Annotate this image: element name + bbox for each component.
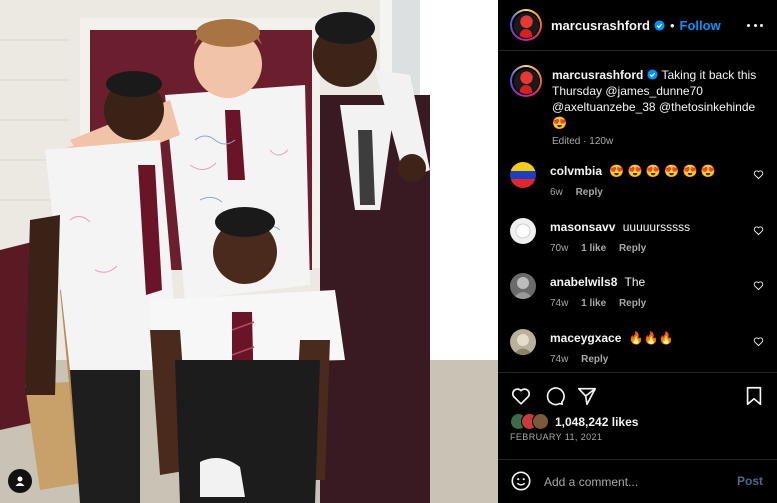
caption-time[interactable]: 120w <box>589 136 613 147</box>
author-avatar[interactable] <box>510 9 542 41</box>
comment-like-icon[interactable] <box>753 169 764 180</box>
likes-summary[interactable]: 1,048,242 likes <box>510 413 638 430</box>
likes-count[interactable]: 1,048,242 likes <box>555 415 638 429</box>
comment-meta: 6w Reply <box>550 185 740 200</box>
comment-item: maceygxace 🔥🔥🔥 74w Reply <box>510 329 770 369</box>
comment-body: anabelwils8 The 74w 1 like Reply <box>550 275 740 311</box>
reply-button[interactable]: Reply <box>619 243 646 254</box>
comment-meta: 70w 1 like Reply <box>550 241 740 256</box>
commenter-avatar[interactable] <box>510 329 536 355</box>
comment-likes[interactable]: 1 like <box>581 243 606 254</box>
reply-button[interactable]: Reply <box>619 298 646 309</box>
heart-icon[interactable] <box>510 385 532 407</box>
comment-text: The <box>624 275 646 289</box>
post-actions: 1,048,242 likes FEBRUARY 11, 2021 <box>498 372 777 459</box>
caption-body: marcusrashford Taking it back this Thurs… <box>552 67 766 149</box>
comment-like-icon[interactable] <box>753 336 764 347</box>
commenter-avatar[interactable] <box>510 273 536 299</box>
comment-username[interactable]: colvmbia <box>550 164 602 178</box>
comment-text: 😍 😍 😍 😍 😍 😍 <box>609 164 716 178</box>
caption-username[interactable]: marcusrashford <box>552 68 643 82</box>
likes-number: 1,048,242 <box>555 414 609 429</box>
comment-likes[interactable]: 1 like <box>581 298 606 309</box>
post-date[interactable]: FEBRUARY 11, 2021 <box>510 432 602 442</box>
caption-meta: Edited · 120w <box>552 135 766 149</box>
follow-button[interactable]: Follow <box>680 18 721 33</box>
reply-button[interactable]: Reply <box>581 354 608 365</box>
caption-author-avatar[interactable] <box>510 65 542 97</box>
liker-avatar <box>532 413 549 430</box>
verified-badge-icon <box>647 69 658 80</box>
comment-like-icon[interactable] <box>753 280 764 291</box>
comment-icon[interactable] <box>543 385 565 407</box>
comment-time[interactable]: 6w <box>550 187 563 198</box>
comment-like-icon[interactable] <box>753 225 764 236</box>
likes-label: likes <box>611 414 639 429</box>
comment-time[interactable]: 70w <box>550 243 568 254</box>
comment-time[interactable]: 74w <box>550 354 568 365</box>
add-comment-bar: Post <box>498 459 777 503</box>
share-icon[interactable] <box>576 385 598 407</box>
header-separator: • <box>669 17 675 33</box>
comment-item: masonsavv uuuuursssss 70w 1 like Reply <box>510 218 770 258</box>
verified-badge-icon <box>654 19 665 31</box>
comment-item: anabelwils8 The 74w 1 like Reply <box>510 273 770 313</box>
post-header: marcusrashford • Follow <box>498 0 777 51</box>
comment-body: colvmbia 😍 😍 😍 😍 😍 😍 6w Reply <box>550 164 740 200</box>
comment-meta: 74w Reply <box>550 352 740 367</box>
comment-time[interactable]: 74w <box>550 298 568 309</box>
more-options-icon[interactable] <box>747 19 763 31</box>
instagram-post-viewer: marcusrashford • Follow marcusrashford T… <box>0 0 777 503</box>
post-side-panel: marcusrashford • Follow marcusrashford T… <box>498 0 777 503</box>
comments-section[interactable]: marcusrashford Taking it back this Thurs… <box>498 51 777 371</box>
user-tag-button[interactable] <box>8 469 32 493</box>
emoji-icon[interactable] <box>510 470 532 492</box>
author-username[interactable]: marcusrashford <box>551 18 650 33</box>
comment-username[interactable]: anabelwils8 <box>550 275 617 289</box>
reply-button[interactable]: Reply <box>576 187 603 198</box>
comment-username[interactable]: maceygxace <box>550 331 621 345</box>
comment-body: masonsavv uuuuursssss 70w 1 like Reply <box>550 220 740 256</box>
comment-meta: 74w 1 like Reply <box>550 296 740 311</box>
comment-text: uuuuursssss <box>622 220 691 234</box>
comment-item: colvmbia 😍 😍 😍 😍 😍 😍 6w Reply <box>510 162 770 202</box>
comment-body: maceygxace 🔥🔥🔥 74w Reply <box>550 331 740 367</box>
post-comment-button[interactable]: Post <box>737 474 763 488</box>
comment-username[interactable]: masonsavv <box>550 220 615 234</box>
post-photo[interactable] <box>0 0 498 503</box>
user-tag-icon <box>15 476 25 486</box>
commenter-avatar[interactable] <box>510 218 536 244</box>
commenter-avatar[interactable] <box>510 162 536 188</box>
meta-separator: · <box>583 136 587 147</box>
comment-text: 🔥🔥🔥 <box>628 331 674 345</box>
bookmark-icon[interactable] <box>743 385 765 407</box>
edited-label: Edited <box>552 136 581 147</box>
post-image <box>0 0 498 503</box>
comment-input[interactable] <box>542 470 726 494</box>
